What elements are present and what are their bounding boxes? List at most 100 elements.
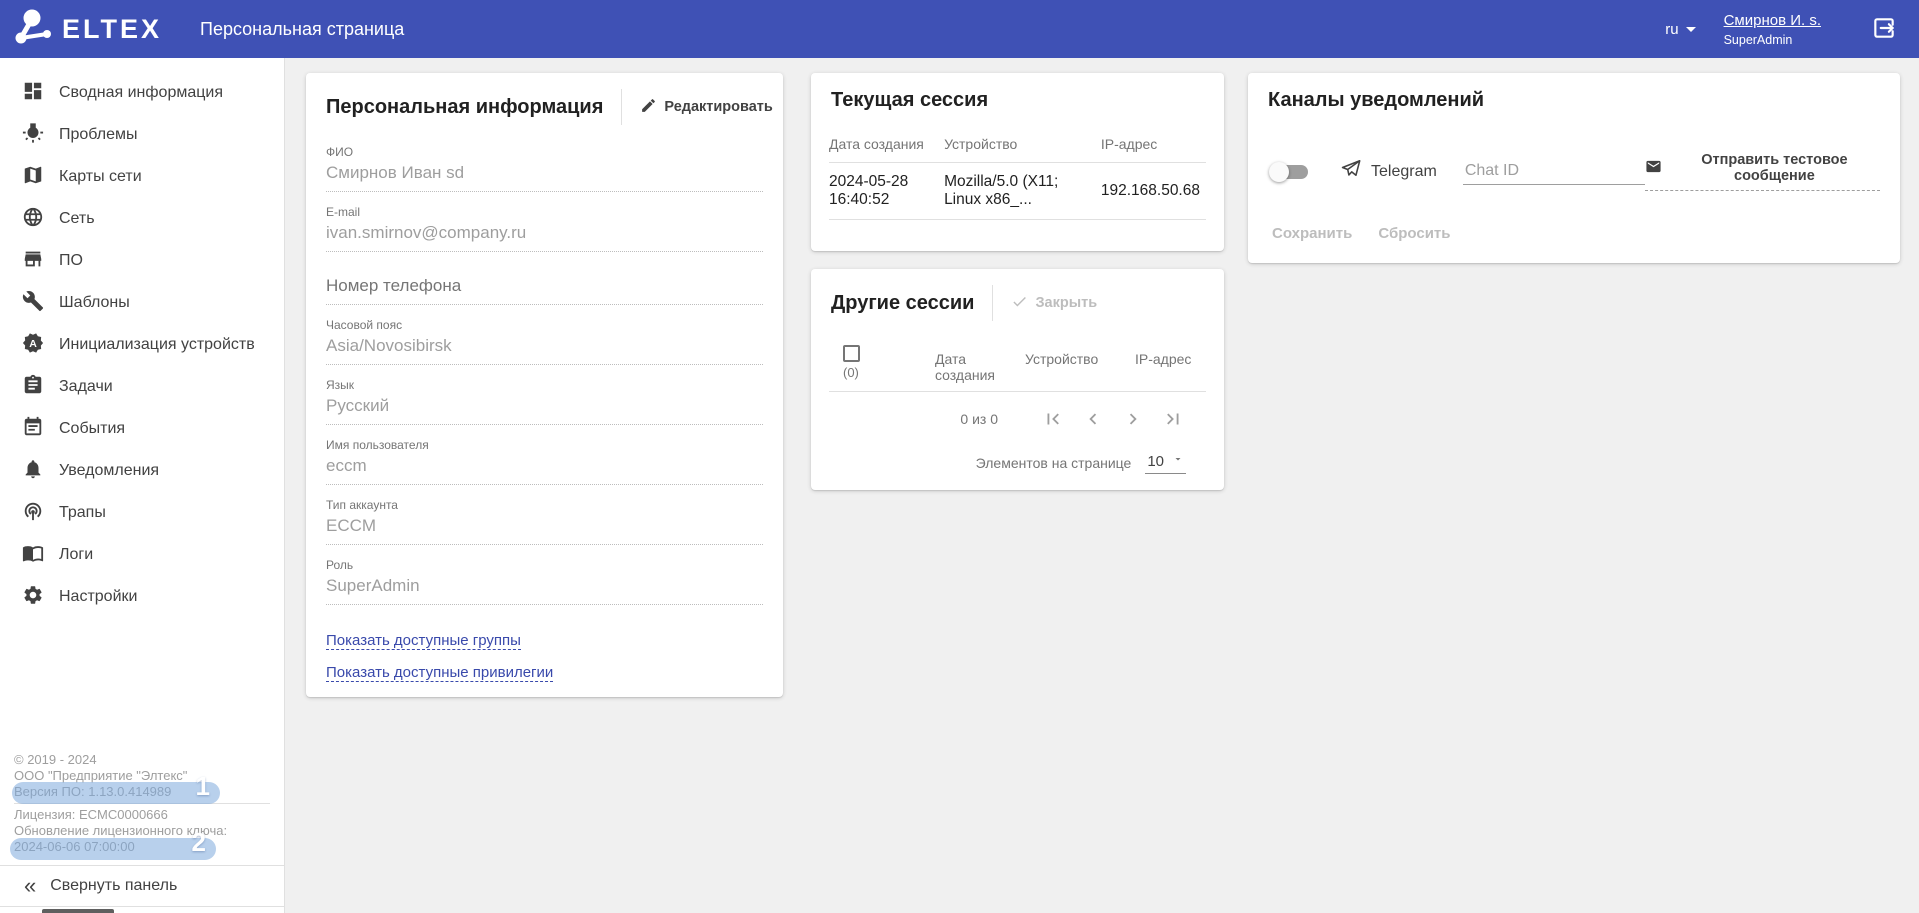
- send-test-message-button[interactable]: Отправить тестовое сообщение: [1645, 152, 1880, 191]
- close-sessions-button[interactable]: Закрыть: [1011, 293, 1097, 314]
- session-date: 2024-05-28 16:40:52: [829, 163, 944, 220]
- collapse-panel-button[interactable]: « Свернуть панель: [0, 865, 284, 907]
- software-icon: [22, 248, 44, 275]
- logo-text: ELTEX: [62, 14, 162, 45]
- license-text: Лицензия: ECMC0000666: [14, 807, 270, 823]
- sidebar-item-network-maps[interactable]: Карты сети: [0, 156, 284, 198]
- sidebar-item-device-init[interactable]: A Инициализация устройств: [0, 324, 284, 366]
- app-header: ELTEX Персональная страница ru Смирнов И…: [0, 0, 1919, 58]
- chevron-down-icon: [1686, 27, 1696, 32]
- sidebar-item-events[interactable]: События: [0, 408, 284, 450]
- pencil-icon: [640, 97, 657, 118]
- sidebar-item-traps[interactable]: Трапы: [0, 492, 284, 534]
- toggle-knob: [1269, 162, 1289, 182]
- notification-channels-card: Каналы уведомлений Telegram Отправить те…: [1248, 73, 1900, 263]
- device-init-icon: A: [22, 332, 44, 359]
- field-phone[interactable]: Номер телефона: [326, 276, 763, 305]
- problems-icon: [22, 122, 44, 149]
- license-update-label: Обновление лицензионного ключа:: [14, 823, 270, 839]
- field-account-type: Тип аккаунта ECCM: [326, 498, 763, 545]
- column-header-date: Дата создания: [829, 126, 944, 163]
- per-page-label: Элементов на странице: [976, 455, 1132, 471]
- save-button[interactable]: Сохранить: [1272, 225, 1352, 242]
- sidebar-item-problems[interactable]: Проблемы: [0, 114, 284, 156]
- telegram-toggle[interactable]: [1272, 165, 1308, 179]
- user-block: Смирнов И. s. SuperAdmin: [1724, 12, 1821, 47]
- column-header-ip: IP-адрес: [1135, 345, 1206, 367]
- pagination: 0 из 0: [811, 392, 1224, 430]
- sidebar-item-settings[interactable]: Настройки: [0, 576, 284, 618]
- language-value: ru: [1665, 21, 1678, 38]
- column-header-date: Дата создания: [935, 345, 1025, 383]
- column-header-device: Устройство: [944, 126, 1101, 163]
- personal-info-card: Персональная информация Редактировать ФИ…: [306, 73, 783, 697]
- check-icon: [1011, 293, 1028, 314]
- svg-text:A: A: [29, 337, 37, 349]
- user-name-link[interactable]: Смирнов И. s.: [1724, 12, 1821, 29]
- per-page-value: 10: [1147, 453, 1164, 470]
- sidebar-menu: Сводная информация Проблемы Карты сети С…: [0, 58, 284, 618]
- cutoff-element: [42, 909, 114, 913]
- copyright-text: © 2019 - 2024: [14, 752, 270, 768]
- eltex-molecule-icon: [12, 7, 54, 52]
- select-all-checkbox[interactable]: [843, 345, 860, 362]
- current-session-card: Текущая сессия Дата создания Устройство …: [811, 73, 1224, 251]
- field-language: Язык Русский: [326, 378, 763, 425]
- next-page-button[interactable]: [1122, 408, 1144, 430]
- logout-button[interactable]: [1871, 15, 1897, 44]
- notification-channels-title: Каналы уведомлений: [1268, 89, 1484, 112]
- edit-button[interactable]: Редактировать: [640, 97, 772, 118]
- last-page-button[interactable]: [1162, 408, 1184, 430]
- field-fio: ФИО Смирнов Иван sd: [326, 145, 763, 192]
- sidebar-item-notifications[interactable]: Уведомления: [0, 450, 284, 492]
- dashboard-icon: [22, 80, 44, 107]
- show-privileges-link[interactable]: Показать доступные привилегии: [326, 664, 553, 682]
- show-groups-link[interactable]: Показать доступные группы: [326, 632, 521, 650]
- double-chevron-left-icon: «: [24, 875, 36, 897]
- notifications-icon: [22, 458, 44, 485]
- pagination-range: 0 из 0: [960, 411, 998, 427]
- field-timezone: Часовой пояс Asia/Novosibirsk: [326, 318, 763, 365]
- session-ip: 192.168.50.68: [1101, 163, 1206, 220]
- reset-button[interactable]: Сбросить: [1378, 225, 1450, 242]
- column-header-ip: IP-адрес: [1101, 126, 1206, 163]
- eltex-logo: ELTEX: [0, 7, 190, 52]
- first-page-button[interactable]: [1042, 408, 1064, 430]
- table-row: 2024-05-28 16:40:52 Mozilla/5.0 (X11; Li…: [829, 163, 1206, 220]
- network-icon: [22, 206, 44, 233]
- title-divider: [992, 285, 993, 321]
- chat-id-input[interactable]: [1463, 158, 1645, 185]
- sidebar: Сводная информация Проблемы Карты сети С…: [0, 58, 285, 913]
- sidebar-item-summary[interactable]: Сводная информация: [0, 72, 284, 114]
- bottom-cutoff-strip: [0, 907, 284, 913]
- network-maps-icon: [22, 164, 44, 191]
- settings-icon: [22, 584, 44, 611]
- column-header-device: Устройство: [1025, 345, 1135, 367]
- session-device: Mozilla/5.0 (X11; Linux x86_...: [944, 163, 1101, 220]
- logout-icon: [1871, 15, 1897, 44]
- field-email: E-mail ivan.smirnov@company.ru: [326, 205, 763, 252]
- per-page-select[interactable]: 10: [1145, 452, 1186, 474]
- logs-icon: [22, 542, 44, 569]
- sidebar-item-network[interactable]: Сеть: [0, 198, 284, 240]
- sidebar-item-logs[interactable]: Логи: [0, 534, 284, 576]
- sidebar-footer: © 2019 - 2024 ООО "Предприятие "Элтекс" …: [0, 746, 284, 865]
- sidebar-item-tasks[interactable]: Задачи: [0, 366, 284, 408]
- main-content: Персональная информация Редактировать ФИ…: [285, 58, 1919, 913]
- templates-icon: [22, 290, 44, 317]
- field-username: Имя пользователя eccm: [326, 438, 763, 485]
- sidebar-item-templates[interactable]: Шаблоны: [0, 282, 284, 324]
- current-session-title: Текущая сессия: [831, 89, 988, 112]
- current-session-table: Дата создания Устройство IP-адрес 2024-0…: [829, 126, 1206, 220]
- license-update-date: 2024-06-06 07:00:00: [14, 839, 270, 855]
- company-text: ООО "Предприятие "Элтекс": [14, 768, 270, 784]
- user-role: SuperAdmin: [1724, 33, 1821, 47]
- previous-page-button[interactable]: [1082, 408, 1104, 430]
- telegram-label: Telegram: [1371, 163, 1437, 181]
- page-title: Персональная страница: [200, 19, 404, 40]
- software-version-text: Версия ПО: 1.13.0.414989: [14, 784, 270, 800]
- field-role: Роль SuperAdmin: [326, 558, 763, 605]
- language-selector[interactable]: ru: [1665, 21, 1695, 38]
- other-sessions-card: Другие сессии Закрыть (0) Дата создания …: [811, 269, 1224, 490]
- sidebar-item-software[interactable]: ПО: [0, 240, 284, 282]
